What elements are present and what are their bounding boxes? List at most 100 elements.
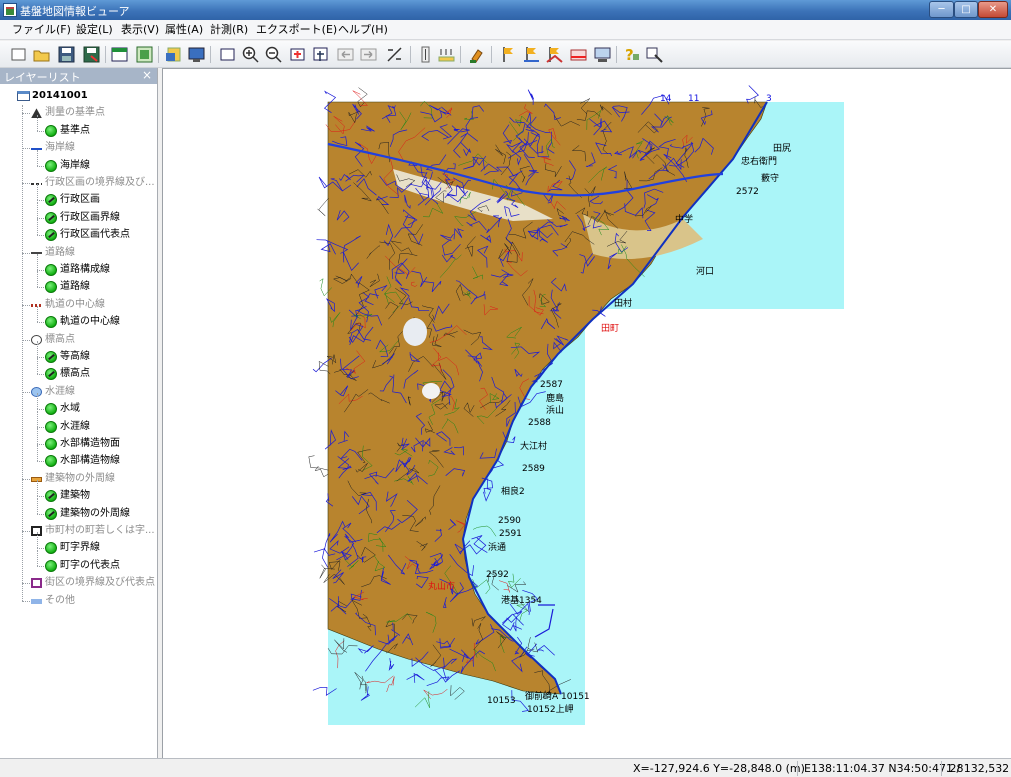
- maximize-button[interactable]: □: [954, 1, 978, 18]
- menu-help[interactable]: ヘルプ(H): [338, 22, 388, 38]
- layer-visibility-toggle[interactable]: [45, 194, 57, 207]
- map-canvas[interactable]: 14 11 3 田尻 忠右衛門 藪守 2572 河口 中学 田村 2587 鹿島 浜山 2588 大江村 25…: [163, 68, 1011, 758]
- new-icon[interactable]: [9, 45, 28, 64]
- scale-icon[interactable]: [437, 45, 456, 64]
- tree-connector: [37, 513, 44, 515]
- layer-item[interactable]: 建築物の外周線: [0, 497, 158, 522]
- layer-item[interactable]: 水部構造物面: [0, 428, 158, 452]
- layer-group[interactable]: 軌道の中心線: [0, 297, 158, 313]
- layer-group[interactable]: 街区の境界線及び代表点: [0, 575, 158, 591]
- red-line-icon[interactable]: [569, 45, 588, 64]
- close-button[interactable]: ✕: [978, 1, 1008, 18]
- menu-settings[interactable]: 設定(L): [76, 22, 113, 38]
- display-icon[interactable]: [187, 45, 206, 64]
- layer-group[interactable]: 測量の基準点: [0, 105, 158, 121]
- layer-visibility-toggle[interactable]: [45, 351, 57, 363]
- help-icon[interactable]: ?: [622, 45, 641, 64]
- layer-visibility-toggle[interactable]: [45, 159, 57, 172]
- map-spot: [403, 318, 427, 346]
- layer-group[interactable]: その他: [0, 593, 158, 609]
- import-icon[interactable]: [164, 45, 183, 64]
- menu-view[interactable]: 表示(V): [121, 22, 159, 38]
- map-frame-icon[interactable]: [135, 45, 154, 64]
- layer-item[interactable]: 建築物: [0, 480, 158, 504]
- layer-visibility-toggle[interactable]: [45, 559, 57, 572]
- zoom-out-icon[interactable]: [264, 45, 283, 64]
- scale-bar-icon[interactable]: [416, 45, 435, 64]
- toolbar-separator: [210, 46, 211, 63]
- minimize-button[interactable]: ─: [929, 1, 954, 18]
- layer-visibility-toggle[interactable]: [45, 542, 57, 555]
- tree-connector: [37, 426, 44, 428]
- monitor-icon[interactable]: [593, 45, 612, 64]
- layer-item[interactable]: 町字界線: [0, 532, 158, 556]
- menu-measure[interactable]: 計測(R): [210, 22, 248, 38]
- layer-visibility-toggle[interactable]: [45, 455, 57, 468]
- tree-connector: [37, 235, 44, 237]
- layer-visibility-toggle[interactable]: [45, 368, 57, 381]
- layer-item[interactable]: 水部構造物線: [0, 445, 158, 469]
- layer-visibility-toggle[interactable]: [45, 211, 57, 224]
- layer-view-icon[interactable]: [110, 45, 129, 64]
- layer-root[interactable]: 20141001: [0, 88, 158, 104]
- flag-area-icon[interactable]: [545, 45, 564, 64]
- layer-visibility-toggle[interactable]: [45, 229, 57, 242]
- layer-visibility-toggle[interactable]: [45, 316, 57, 329]
- map-label: 浜通: [488, 542, 506, 553]
- back-icon[interactable]: [336, 45, 355, 64]
- layer-item[interactable]: 軌道の中心線: [0, 306, 158, 330]
- zoom-in-icon[interactable]: [241, 45, 260, 64]
- measure-icon[interactable]: [385, 45, 404, 64]
- layer-item[interactable]: 行政区画: [0, 184, 158, 208]
- save-as-icon[interactable]: [82, 45, 101, 64]
- layer-visibility-toggle[interactable]: [45, 420, 57, 433]
- layer-item[interactable]: 基準点: [0, 114, 158, 139]
- layer-group[interactable]: 建築物の外周線: [0, 471, 158, 487]
- open-icon[interactable]: [32, 45, 51, 64]
- layer-group[interactable]: 海岸線: [0, 140, 158, 156]
- settings-icon[interactable]: [645, 45, 664, 64]
- layer-group[interactable]: 市町村の町若しくは字...: [0, 523, 158, 539]
- layer-visibility-toggle[interactable]: [45, 124, 57, 137]
- flag-icon[interactable]: [499, 45, 518, 64]
- select-rect-icon[interactable]: [218, 45, 237, 64]
- layer-item[interactable]: 町字の代表点: [0, 549, 158, 574]
- layer-item[interactable]: 行政区画代表点: [0, 219, 158, 243]
- layer-item[interactable]: 海岸線: [0, 149, 158, 174]
- pan-icon[interactable]: [311, 45, 330, 64]
- layer-group-label: その他: [45, 594, 75, 606]
- layer-item-label: 水部構造物面: [60, 438, 120, 449]
- layer-visibility-toggle[interactable]: [45, 438, 57, 450]
- zoom-rect-icon[interactable]: [288, 45, 307, 64]
- menu-attribute[interactable]: 属性(A): [165, 22, 203, 38]
- layer-group-label: 街区の境界線及び代表点: [45, 577, 155, 589]
- layer-item[interactable]: 水域: [0, 393, 158, 417]
- menu-file[interactable]: ファイル(F): [12, 22, 71, 38]
- flag-line-icon[interactable]: [522, 45, 541, 64]
- layer-visibility-toggle[interactable]: [45, 281, 57, 294]
- layer-visibility-toggle[interactable]: [45, 507, 57, 520]
- layer-item-label: 基準点: [60, 124, 90, 136]
- layer-item[interactable]: 等高線: [0, 341, 158, 365]
- layer-visibility-toggle[interactable]: [45, 403, 57, 416]
- forward-icon[interactable]: [359, 45, 378, 64]
- layer-group[interactable]: 道路線: [0, 245, 158, 261]
- layer-item[interactable]: 標高点: [0, 358, 158, 382]
- layer-panel-close-button[interactable]: ×: [142, 68, 152, 82]
- menu-export[interactable]: エクスポート(E): [256, 22, 337, 38]
- layer-item-label: 建築物の外周線: [60, 507, 130, 519]
- layer-item[interactable]: 道路構成線: [0, 254, 158, 278]
- layer-visibility-toggle[interactable]: [45, 264, 57, 276]
- save-icon[interactable]: [57, 45, 76, 64]
- paint-icon[interactable]: [468, 45, 487, 64]
- layer-group[interactable]: 行政区画の境界線及び...: [0, 175, 158, 191]
- layer-group[interactable]: 標高点: [0, 332, 158, 348]
- layer-item[interactable]: 行政区画界線: [0, 201, 158, 226]
- map-graphic[interactable]: 14 11 3 田尻忠右衛門藪守2572 河口 中学田村 2587 鹿島浜山 2588 大江村 25…: [163, 69, 1011, 759]
- map-label: 11: [688, 94, 699, 104]
- layer-visibility-toggle[interactable]: [45, 490, 57, 503]
- layer-item[interactable]: 道路線: [0, 271, 158, 295]
- layer-item[interactable]: 水涯線: [0, 410, 158, 435]
- layer-group-label: 海岸線: [45, 142, 75, 154]
- layer-group[interactable]: 水涯線: [0, 384, 158, 400]
